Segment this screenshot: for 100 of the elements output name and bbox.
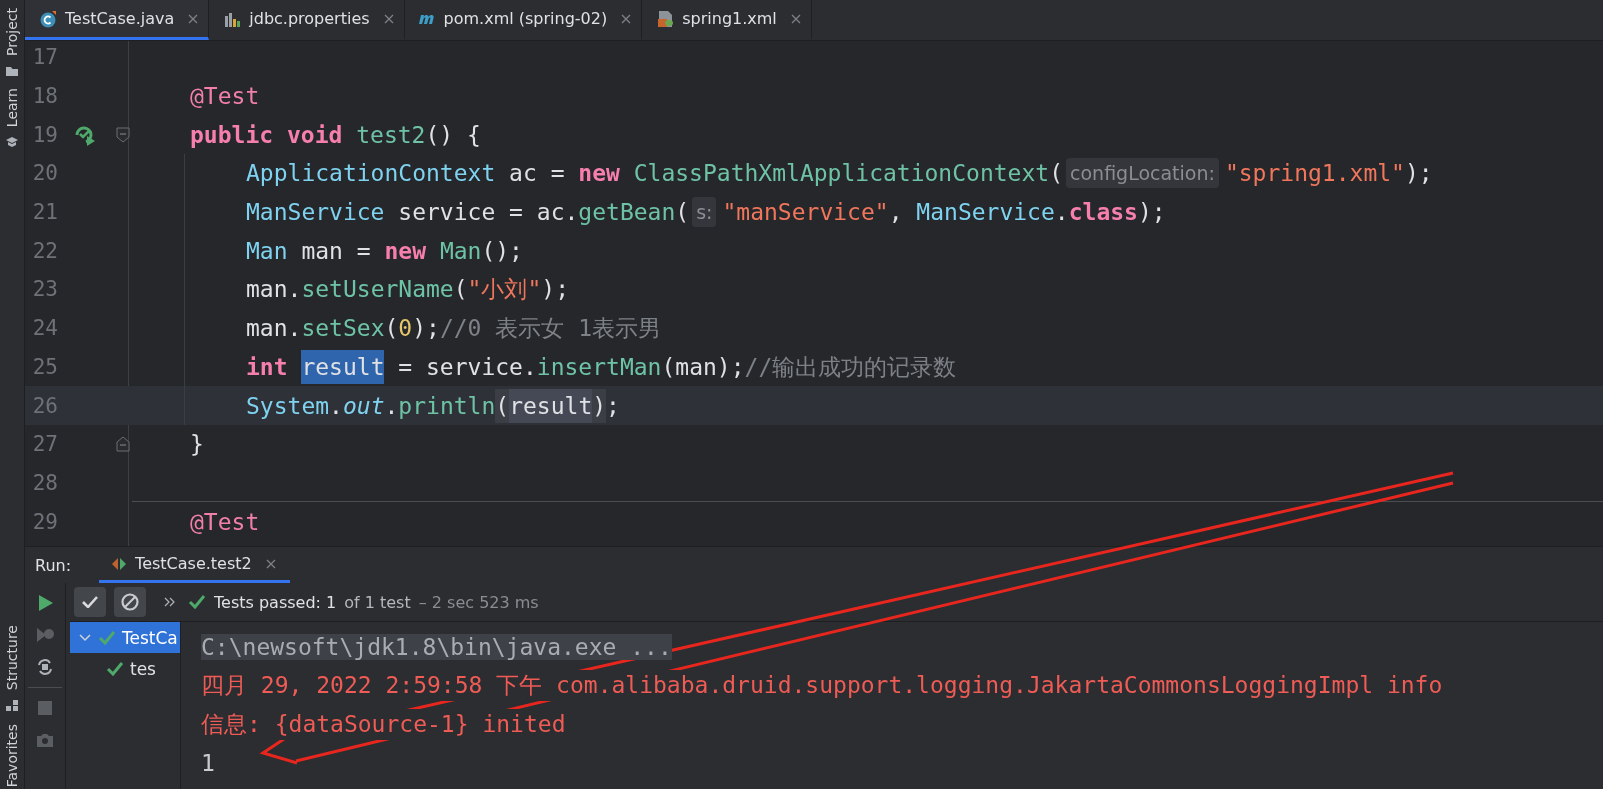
- code-text: ;: [606, 391, 620, 421]
- keyword: class: [1068, 198, 1138, 228]
- show-ignored-button[interactable]: [114, 587, 146, 617]
- line-number: 26: [31, 393, 58, 418]
- keyword: void: [286, 120, 344, 150]
- code-comment: //输出成功的记录数: [744, 352, 957, 382]
- number-literal: 0: [398, 314, 413, 344]
- string-literal: "manService": [722, 198, 889, 228]
- method-name: getBean: [578, 198, 676, 228]
- tool-window-label[interactable]: Project: [2, 8, 22, 56]
- code-text: man =: [300, 236, 372, 266]
- test-tree-item[interactable]: tes: [70, 653, 180, 684]
- code-text: );: [1404, 159, 1433, 189]
- code-text: (man);: [661, 352, 745, 382]
- parameter-hint: configLocation:: [1066, 158, 1219, 189]
- line-number: 22: [31, 238, 58, 263]
- close-icon: [621, 13, 632, 24]
- check-icon: [188, 594, 206, 610]
- tool-window-label[interactable]: Structure: [2, 624, 22, 690]
- code-text: = service.: [397, 352, 537, 382]
- file-tab[interactable]: spring1.xml: [642, 0, 812, 40]
- blocked-icon: [121, 593, 139, 611]
- code-text: }: [190, 430, 204, 460]
- close-icon: [188, 13, 199, 24]
- close-icon: [790, 13, 801, 24]
- line-number: 20: [31, 161, 58, 186]
- line-number: 28: [31, 470, 58, 495]
- annotation: @Test: [190, 507, 260, 537]
- status-text: Tests passed: 1: [214, 592, 337, 612]
- type-name: Man: [246, 236, 288, 266]
- line-number: 21: [31, 200, 58, 225]
- file-tab[interactable]: pom.xml (spring-02): [404, 0, 643, 40]
- method-name: println: [398, 391, 496, 421]
- code-text: ac =: [508, 159, 566, 189]
- toggle-auto-test-button[interactable]: [35, 657, 55, 677]
- annotation: @Test: [190, 82, 260, 112]
- matched-brace: ): [592, 388, 607, 423]
- structure-icon: [5, 697, 19, 712]
- string-literal: "spring1.xml": [1224, 159, 1405, 189]
- panel-title: Run:: [35, 555, 72, 575]
- check-icon: [82, 596, 98, 608]
- show-passed-button[interactable]: [74, 587, 106, 617]
- line-number: 18: [31, 84, 58, 109]
- method-name: setSex: [301, 314, 385, 344]
- fold-marker-icon[interactable]: [116, 126, 130, 143]
- run-tab[interactable]: TestCase.test2: [99, 547, 290, 583]
- field-name: out: [342, 391, 385, 421]
- highlighted-usage: result: [509, 388, 593, 423]
- string-literal: "小刘": [467, 275, 542, 305]
- rerun-failed-button[interactable]: [35, 625, 55, 645]
- type-name: System: [246, 391, 330, 421]
- run-test-icon[interactable]: [73, 123, 96, 146]
- fold-marker-icon[interactable]: [116, 436, 130, 453]
- tool-window-label[interactable]: Favorites: [2, 723, 22, 787]
- maven-icon: [418, 13, 436, 24]
- line-number: 17: [31, 45, 58, 70]
- code-comment: //0 表示女 1表示男: [439, 314, 661, 344]
- method-name: setUserName: [301, 275, 454, 305]
- type-name: ApplicationContext: [246, 159, 496, 189]
- type-name: ManService: [246, 198, 385, 228]
- code-text: man.: [246, 314, 302, 344]
- line-number: 25: [31, 354, 58, 379]
- method-name: test2: [356, 120, 426, 150]
- code-text: service = ac.: [397, 198, 579, 228]
- code-text: (: [384, 314, 399, 344]
- keyword: public: [190, 120, 275, 150]
- class-file-icon: [39, 9, 57, 28]
- line-number: 23: [31, 277, 58, 302]
- type-name: ManService: [916, 198, 1055, 228]
- code-text: );: [412, 314, 440, 344]
- status-text: of 1 test: [344, 592, 411, 612]
- matched-brace: (: [495, 388, 510, 423]
- file-tab[interactable]: TestCase.java: [25, 0, 210, 40]
- method-name: Man: [439, 236, 482, 266]
- close-icon: [383, 13, 394, 24]
- xml-file-icon: [656, 9, 675, 28]
- check-icon: [106, 660, 124, 677]
- code-text: .: [1054, 198, 1069, 228]
- line-number: 19: [31, 122, 58, 147]
- code-text: );: [541, 275, 569, 305]
- close-icon: [265, 558, 276, 569]
- line-number: 29: [31, 509, 58, 534]
- more-chevron-icon: [164, 597, 176, 607]
- stop-button[interactable]: [35, 698, 55, 718]
- keyword: new: [578, 159, 621, 189]
- code-text: .: [329, 391, 343, 421]
- tool-window-label[interactable]: Learn: [2, 87, 22, 128]
- code-text: man.: [246, 275, 302, 305]
- graduation-cap-icon: [5, 135, 19, 150]
- file-tab[interactable]: jdbc.properties: [209, 0, 405, 40]
- code-text: ,: [888, 198, 904, 228]
- code-text: );: [1137, 198, 1166, 228]
- line-number: 24: [31, 316, 58, 341]
- status-text: – 2 sec 523 ms: [418, 592, 539, 612]
- code-text: (: [453, 275, 468, 305]
- code-text: (: [675, 198, 690, 228]
- check-icon: [98, 629, 116, 646]
- test-tree-item[interactable]: TestCa: [70, 622, 180, 653]
- line-number: 27: [31, 432, 58, 457]
- code-text: .: [384, 391, 399, 421]
